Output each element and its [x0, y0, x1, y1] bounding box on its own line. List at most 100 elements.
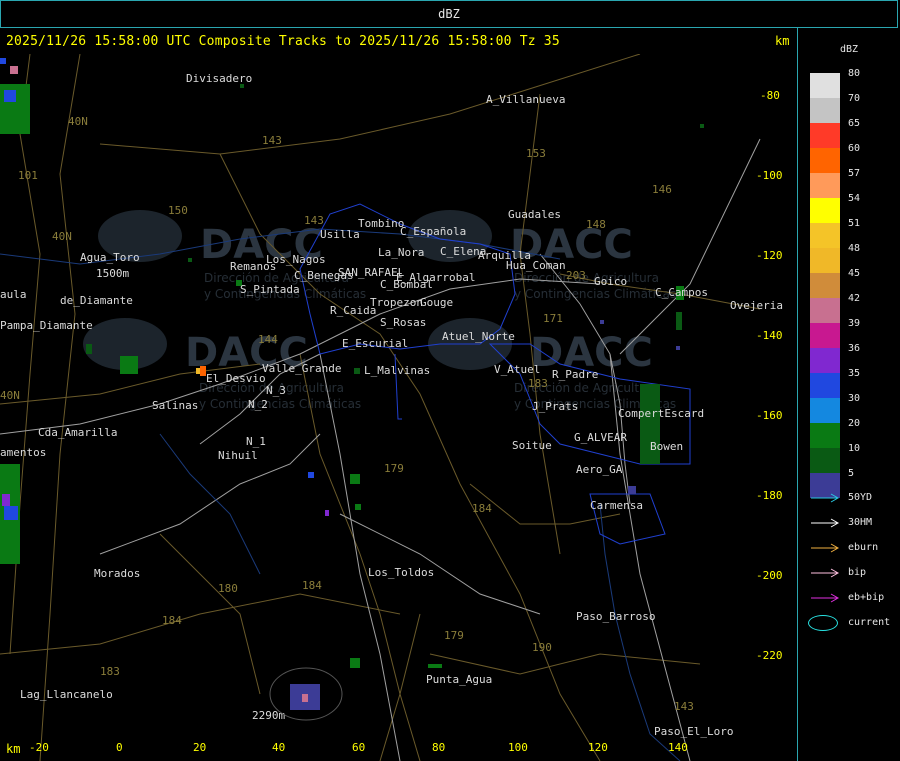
legend-swatch [810, 98, 840, 123]
place-name: N_1 [246, 435, 266, 448]
place-name: Tropezon [370, 296, 423, 309]
x-tick: 20 [193, 741, 206, 754]
place-name: Nihuil [218, 449, 258, 462]
road-number: 183 [528, 377, 548, 390]
x-tick: 40 [272, 741, 285, 754]
road-number: 153 [526, 147, 546, 160]
legend-swatch [810, 323, 840, 348]
x-tick: 140 [668, 741, 688, 754]
legend-value: 5 [848, 468, 855, 479]
x-tick: 0 [116, 741, 123, 754]
watermark-line2: y Contingencias Climáticas [199, 397, 361, 411]
track-arrow-icon [811, 568, 840, 578]
road-number: 101 [18, 169, 38, 182]
place-name: J_Prats [532, 400, 578, 413]
y-tick: -200 [756, 569, 783, 582]
place-name: Pampa_Diamante [0, 319, 93, 332]
y-tick: -220 [756, 649, 783, 662]
legend-swatch [810, 123, 840, 148]
legend-value: 30 [848, 393, 861, 404]
place-name: G_ALVEAR [574, 431, 627, 444]
x-tick: -20 [29, 741, 49, 754]
track-label: eb+bip [848, 592, 885, 603]
road-number: 179 [384, 462, 404, 475]
place-name: Tombino [358, 217, 404, 230]
place-name: C_Bombal [380, 278, 433, 291]
road-number: 171 [543, 312, 563, 325]
track-label: bip [848, 567, 867, 578]
place-name: Morados [94, 567, 140, 580]
road-number: 203 [566, 269, 586, 282]
legend-swatch [810, 273, 840, 298]
road-number: 179 [444, 629, 464, 642]
place-name: N_3 [266, 384, 286, 397]
y-tick: -140 [756, 329, 783, 342]
radar-map[interactable]: DACC Dirección de Agricultura y Continge… [0, 54, 798, 761]
track-arrow-icon [811, 493, 840, 503]
legend-swatch [810, 298, 840, 323]
track-label: 30HM [848, 517, 873, 528]
legend-swatch [810, 448, 840, 473]
road-number: 190 [532, 641, 552, 654]
place-name: Carmensa [590, 499, 643, 512]
place-name: C_Española [400, 225, 466, 238]
track-label: 50YD [848, 492, 873, 503]
place-name: 1500m [96, 267, 129, 280]
place-name: aula [0, 288, 27, 301]
legend-value: 70 [848, 93, 861, 104]
current-label: current [848, 617, 891, 628]
road-number: 183 [100, 665, 120, 678]
place-name: C_Benegas [294, 269, 354, 282]
track-label: eburn [848, 542, 879, 553]
watermark-line2: y Contingencias Climáticas [514, 287, 676, 301]
legend-value: 45 [848, 268, 861, 279]
place-name: L_Malvinas [364, 364, 430, 377]
place-name: Salinas [152, 399, 198, 412]
legend-value: 42 [848, 293, 861, 304]
place-name: S_Rosas [380, 316, 426, 329]
current-ellipse-icon [808, 615, 838, 631]
place-name: El_Desvio [206, 372, 266, 385]
place-name: Divisadero [186, 72, 252, 85]
road-number: 40N [0, 389, 20, 402]
place-name: La_Nora [378, 246, 424, 259]
place-name: R_Padre [552, 368, 598, 381]
legend-swatch [810, 373, 840, 398]
legend-panel: dBZ 80 70 65 60 57 54 51 48 45 42 39 36 35 30 20 10 5 50… [800, 28, 900, 761]
place-name: Ovejeria [730, 299, 783, 312]
legend-value: 20 [848, 418, 861, 429]
road-number: 184 [302, 579, 322, 592]
legend-title: dBZ [840, 44, 859, 55]
place-name: V_Atuel [494, 363, 540, 376]
place-name: 2290m [252, 709, 285, 722]
legend-swatch [810, 423, 840, 448]
legend-swatch [810, 73, 840, 98]
legend-swatch [810, 348, 840, 373]
road-number: 143 [674, 700, 694, 713]
place-name: E_Escurial [342, 337, 408, 350]
legend-value: 48 [848, 243, 861, 254]
legend-value: 60 [848, 143, 861, 154]
x-tick: 80 [432, 741, 445, 754]
place-name: Bowen [650, 440, 683, 453]
window-title: dBZ [0, 0, 898, 28]
road-number: 40N [68, 115, 88, 128]
legend-swatch [810, 198, 840, 223]
legend-swatch [810, 223, 840, 248]
road-number: 180 [218, 582, 238, 595]
legend-value: 35 [848, 368, 861, 379]
place-name: Soitue [512, 439, 552, 452]
place-name: de_Diamante [60, 294, 133, 307]
road-number: 40N [52, 230, 72, 243]
place-name: Atuel_Norte [442, 330, 515, 343]
place-name: Los_Nagos [266, 253, 326, 266]
y-tick: -160 [756, 409, 783, 422]
km-unit-top: km [775, 34, 790, 48]
place-name: Los_Toldos [368, 566, 434, 579]
place-name: Usilla [320, 228, 360, 241]
legend-value: 10 [848, 443, 861, 454]
track-arrow-icon [811, 518, 840, 528]
place-name: R_Caida [330, 304, 376, 317]
place-name: Paso_El_Loro [654, 725, 733, 738]
track-arrow-icon [811, 593, 840, 603]
